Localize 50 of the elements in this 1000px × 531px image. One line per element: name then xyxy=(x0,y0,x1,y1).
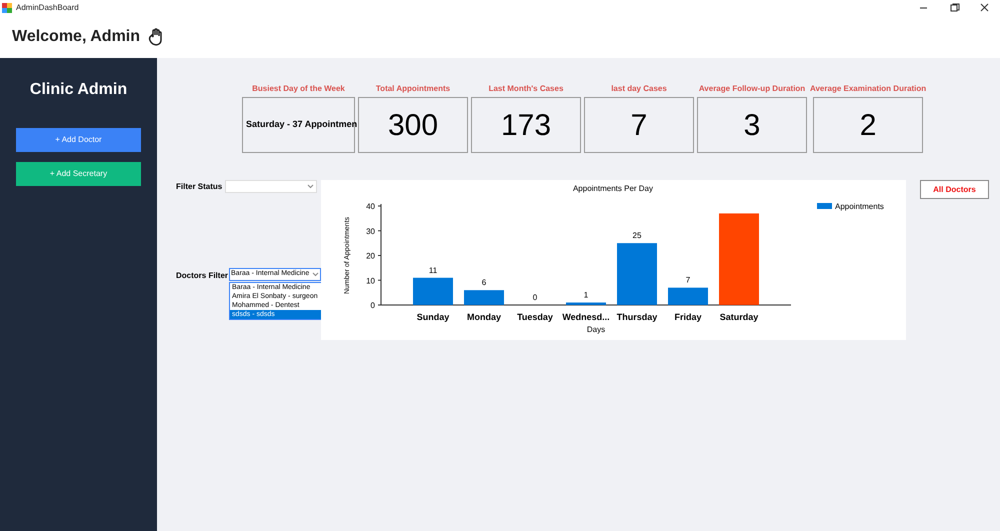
welcome-heading: Welcome, Admin xyxy=(12,26,140,46)
x-tick-label: Wednesd... xyxy=(562,312,610,322)
chevron-down-icon xyxy=(312,272,320,277)
app-icon xyxy=(2,2,12,12)
x-tick-label: Saturday xyxy=(720,312,758,322)
bar xyxy=(566,302,606,305)
chart-title: Appointments Per Day xyxy=(572,184,654,193)
bar xyxy=(617,243,657,305)
bar-value-label: 1 xyxy=(584,290,588,300)
all-doctors-button[interactable]: All Doctors xyxy=(920,180,989,199)
stat-value: 7 xyxy=(630,108,648,144)
stat-value: 173 xyxy=(500,108,552,144)
bar xyxy=(464,290,504,305)
sidebar-title: Clinic Admin xyxy=(30,80,128,100)
waving-hand-icon xyxy=(148,28,164,46)
stat-value: 2 xyxy=(860,108,876,144)
sidebar-button[interactable]: + Add Doctor xyxy=(16,128,141,152)
y-tick-label: 30 xyxy=(366,226,375,236)
x-tick-label: Thursday xyxy=(616,312,658,322)
y-tick-label: 20 xyxy=(366,252,375,260)
y-tick-label: 40 xyxy=(366,202,375,211)
stat-label: Total Appointments xyxy=(376,83,450,93)
stat-value: 300 xyxy=(388,108,438,144)
chevron-down-icon xyxy=(307,184,314,189)
bar-value-label: 0 xyxy=(532,293,538,302)
stat-label: Average Follow-up Duration xyxy=(698,83,806,93)
bar xyxy=(668,288,708,305)
x-tick-label: Tuesday xyxy=(517,312,553,322)
stat-label: Busiest Day of the Week xyxy=(252,83,345,93)
x-tick-label: Friday xyxy=(674,312,702,322)
bar-value-label: 6 xyxy=(482,278,486,288)
bar-value-label: 25 xyxy=(632,231,642,240)
bar xyxy=(413,278,453,305)
doctors-filter-label: Doctors Filter xyxy=(176,270,228,282)
stat-value: Saturday - 37 Appointmen xyxy=(246,118,358,132)
stat-value: 3 xyxy=(744,108,760,144)
bar-value-label: 7 xyxy=(686,276,690,285)
y-tick-label: 10 xyxy=(366,276,375,286)
legend-swatch xyxy=(817,203,832,209)
stat-label: Average Examination Duration xyxy=(810,83,926,93)
stat-label: Last Month's Cases xyxy=(488,83,564,93)
filter-status-label: Filter Status xyxy=(176,180,223,192)
bar-value-label: 11 xyxy=(428,266,438,275)
stat-label: last day Cases xyxy=(611,83,667,93)
legend-label: Appointments xyxy=(835,202,884,211)
x-tick-label: Sunday xyxy=(416,312,450,322)
window-title: AdminDashBoard xyxy=(16,2,79,14)
y-tick-label: 0 xyxy=(370,301,375,310)
x-axis-title: Days xyxy=(586,325,606,334)
x-tick-label: Monday xyxy=(467,312,501,322)
